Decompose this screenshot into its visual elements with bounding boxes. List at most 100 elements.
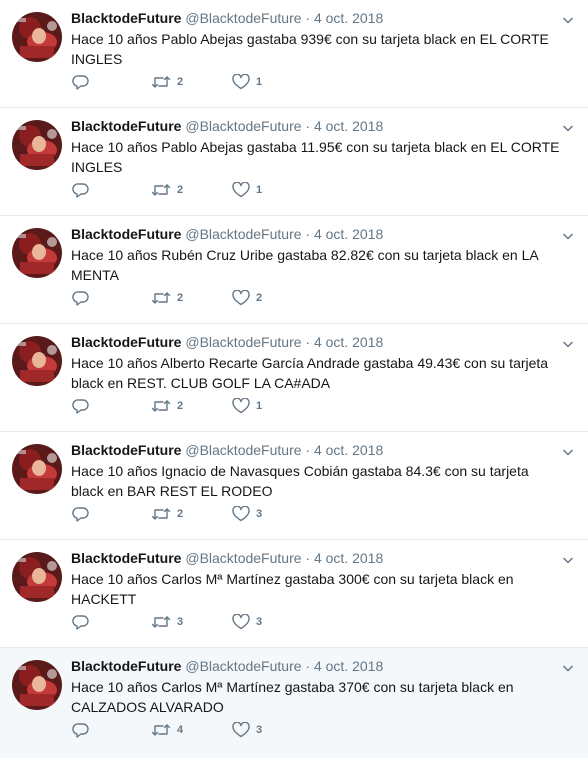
avatar[interactable]	[12, 228, 62, 278]
chevron-down-icon[interactable]	[562, 662, 574, 674]
tweet-date[interactable]: 4 oct. 2018	[314, 658, 383, 674]
author-name[interactable]: BlacktodeFuture	[71, 10, 181, 26]
avatar[interactable]	[12, 120, 62, 170]
tweet-date[interactable]: 4 oct. 2018	[314, 442, 383, 458]
separator-dot: ·	[305, 442, 311, 458]
retweet-button[interactable]: 2	[151, 72, 183, 92]
tweet-date[interactable]: 4 oct. 2018	[314, 550, 383, 566]
like-count: 3	[256, 616, 263, 628]
author-handle[interactable]: @BlacktodeFuture	[185, 442, 301, 458]
avatar[interactable]	[12, 660, 62, 710]
chevron-down-icon[interactable]	[562, 14, 574, 26]
retweet-button[interactable]: 3	[151, 612, 183, 632]
tweet-date[interactable]: 4 oct. 2018	[314, 226, 383, 242]
tweet-actions: 2 1	[72, 72, 372, 92]
chevron-down-icon[interactable]	[562, 122, 574, 134]
avatar[interactable]	[12, 336, 62, 386]
tweet-text: Hace 10 años Carlos Mª Martínez gastaba …	[71, 679, 514, 715]
tweet-text: Hace 10 años Pablo Abejas gastaba 939€ c…	[71, 31, 549, 67]
chevron-down-icon[interactable]	[562, 554, 574, 566]
author-handle[interactable]: @BlacktodeFuture	[185, 226, 301, 242]
retweet-count: 2	[177, 508, 184, 520]
retweet-button[interactable]: 2	[151, 288, 183, 308]
separator-dot: ·	[305, 658, 311, 674]
reply-button[interactable]	[72, 720, 96, 740]
reply-button[interactable]	[72, 180, 96, 200]
retweet-count: 4	[177, 724, 184, 736]
reply-button[interactable]	[72, 72, 96, 92]
tweet[interactable]: BlacktodeFuture @BlacktodeFuture · 4 oct…	[0, 540, 588, 648]
retweet-count: 3	[177, 616, 184, 628]
author-name[interactable]: BlacktodeFuture	[71, 658, 181, 674]
author-handle[interactable]: @BlacktodeFuture	[185, 334, 301, 350]
tweet-date[interactable]: 4 oct. 2018	[314, 10, 383, 26]
tweet-text: Hace 10 años Alberto Recarte García Andr…	[71, 355, 549, 391]
tweet[interactable]: BlacktodeFuture @BlacktodeFuture · 4 oct…	[0, 108, 588, 216]
heart-icon	[232, 290, 250, 306]
like-button[interactable]: 1	[232, 180, 262, 200]
retweet-icon	[151, 616, 171, 628]
tweet[interactable]: BlacktodeFuture @BlacktodeFuture · 4 oct…	[0, 432, 588, 540]
avatar[interactable]	[12, 12, 62, 62]
tweet-date[interactable]: 4 oct. 2018	[314, 118, 383, 134]
tweet-feed: BlacktodeFuture @BlacktodeFuture · 4 oct…	[0, 0, 588, 758]
like-button[interactable]: 2	[232, 288, 262, 308]
chevron-down-icon[interactable]	[562, 230, 574, 242]
like-count: 1	[256, 184, 263, 196]
retweet-button[interactable]: 2	[151, 180, 183, 200]
like-button[interactable]: 3	[232, 720, 262, 740]
tweet-header: BlacktodeFuture @BlacktodeFuture · 4 oct…	[71, 657, 383, 675]
author-handle[interactable]: @BlacktodeFuture	[185, 658, 301, 674]
tweet-actions: 2 2	[72, 288, 372, 308]
tweet-actions: 2 1	[72, 180, 372, 200]
author-name[interactable]: BlacktodeFuture	[71, 226, 181, 242]
like-count: 1	[256, 76, 263, 88]
like-button[interactable]: 3	[232, 612, 262, 632]
reply-icon	[72, 75, 89, 90]
tweet[interactable]: BlacktodeFuture @BlacktodeFuture · 4 oct…	[0, 648, 588, 758]
chevron-down-icon[interactable]	[562, 338, 574, 350]
tweet-actions: 3 3	[72, 612, 372, 632]
author-handle[interactable]: @BlacktodeFuture	[185, 10, 301, 26]
tweet-date[interactable]: 4 oct. 2018	[314, 334, 383, 350]
like-button[interactable]: 3	[232, 504, 262, 524]
retweet-icon	[151, 292, 171, 304]
retweet-count: 2	[177, 76, 184, 88]
tweet-actions: 2 1	[72, 396, 372, 416]
avatar[interactable]	[12, 552, 62, 602]
reply-button[interactable]	[72, 396, 96, 416]
author-handle[interactable]: @BlacktodeFuture	[185, 550, 301, 566]
tweet[interactable]: BlacktodeFuture @BlacktodeFuture · 4 oct…	[0, 0, 588, 108]
like-count: 1	[256, 400, 263, 412]
tweet-header: BlacktodeFuture @BlacktodeFuture · 4 oct…	[71, 225, 383, 243]
author-name[interactable]: BlacktodeFuture	[71, 334, 181, 350]
reply-icon	[72, 399, 89, 414]
heart-icon	[232, 74, 250, 90]
retweet-button[interactable]: 2	[151, 396, 183, 416]
tweet-header: BlacktodeFuture @BlacktodeFuture · 4 oct…	[71, 549, 383, 567]
retweet-button[interactable]: 4	[151, 720, 183, 740]
author-name[interactable]: BlacktodeFuture	[71, 442, 181, 458]
retweet-button[interactable]: 2	[151, 504, 183, 524]
author-name[interactable]: BlacktodeFuture	[71, 118, 181, 134]
tweet-text: Hace 10 años Ignacio de Navasques Cobián…	[71, 463, 529, 499]
tweet-header: BlacktodeFuture @BlacktodeFuture · 4 oct…	[71, 117, 383, 135]
tweet-text: Hace 10 años Carlos Mª Martínez gastaba …	[71, 571, 514, 607]
like-button[interactable]: 1	[232, 396, 262, 416]
retweet-count: 2	[177, 400, 184, 412]
author-name[interactable]: BlacktodeFuture	[71, 550, 181, 566]
reply-button[interactable]	[72, 288, 96, 308]
reply-button[interactable]	[72, 612, 96, 632]
avatar[interactable]	[12, 444, 62, 494]
like-count: 3	[256, 724, 263, 736]
like-count: 3	[256, 508, 263, 520]
tweet[interactable]: BlacktodeFuture @BlacktodeFuture · 4 oct…	[0, 216, 588, 324]
separator-dot: ·	[305, 334, 311, 350]
tweet[interactable]: BlacktodeFuture @BlacktodeFuture · 4 oct…	[0, 324, 588, 432]
reply-button[interactable]	[72, 504, 96, 524]
author-handle[interactable]: @BlacktodeFuture	[185, 118, 301, 134]
chevron-down-icon[interactable]	[562, 446, 574, 458]
like-button[interactable]: 1	[232, 72, 262, 92]
tweet-header: BlacktodeFuture @BlacktodeFuture · 4 oct…	[71, 333, 383, 351]
tweet-actions: 2 3	[72, 504, 372, 524]
